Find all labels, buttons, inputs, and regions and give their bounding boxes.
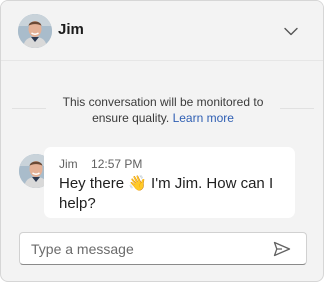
message-composer	[19, 232, 307, 265]
agent-name: Jim	[58, 21, 84, 38]
message-meta: Jim 12:57 PM	[59, 157, 142, 171]
send-icon	[273, 241, 291, 257]
collapse-button[interactable]	[279, 19, 303, 43]
message-time: 12:57 PM	[91, 157, 143, 171]
message-sender: Jim	[59, 157, 78, 171]
monitoring-notice: This conversation will be monitored to e…	[47, 94, 279, 126]
message-text-start: Hey there	[59, 175, 129, 192]
person-photo-icon	[18, 14, 52, 48]
divider-left	[12, 108, 46, 109]
chat-window: Jim This conversation will be monitored …	[0, 0, 324, 282]
agent-avatar	[18, 14, 52, 48]
learn-more-link[interactable]: Learn more	[173, 111, 234, 125]
chevron-down-icon	[284, 27, 298, 35]
message-bubble: Jim 12:57 PM Hey there 👋 I'm Jim. How ca…	[44, 147, 295, 218]
waving-hand-emoji: 👋	[128, 174, 147, 192]
send-button[interactable]	[271, 238, 293, 260]
divider-right	[280, 108, 314, 109]
message-text: Hey there 👋 I'm Jim. How can I help?	[59, 173, 284, 214]
chat-header: Jim	[1, 1, 323, 61]
message-input[interactable]	[31, 240, 261, 258]
